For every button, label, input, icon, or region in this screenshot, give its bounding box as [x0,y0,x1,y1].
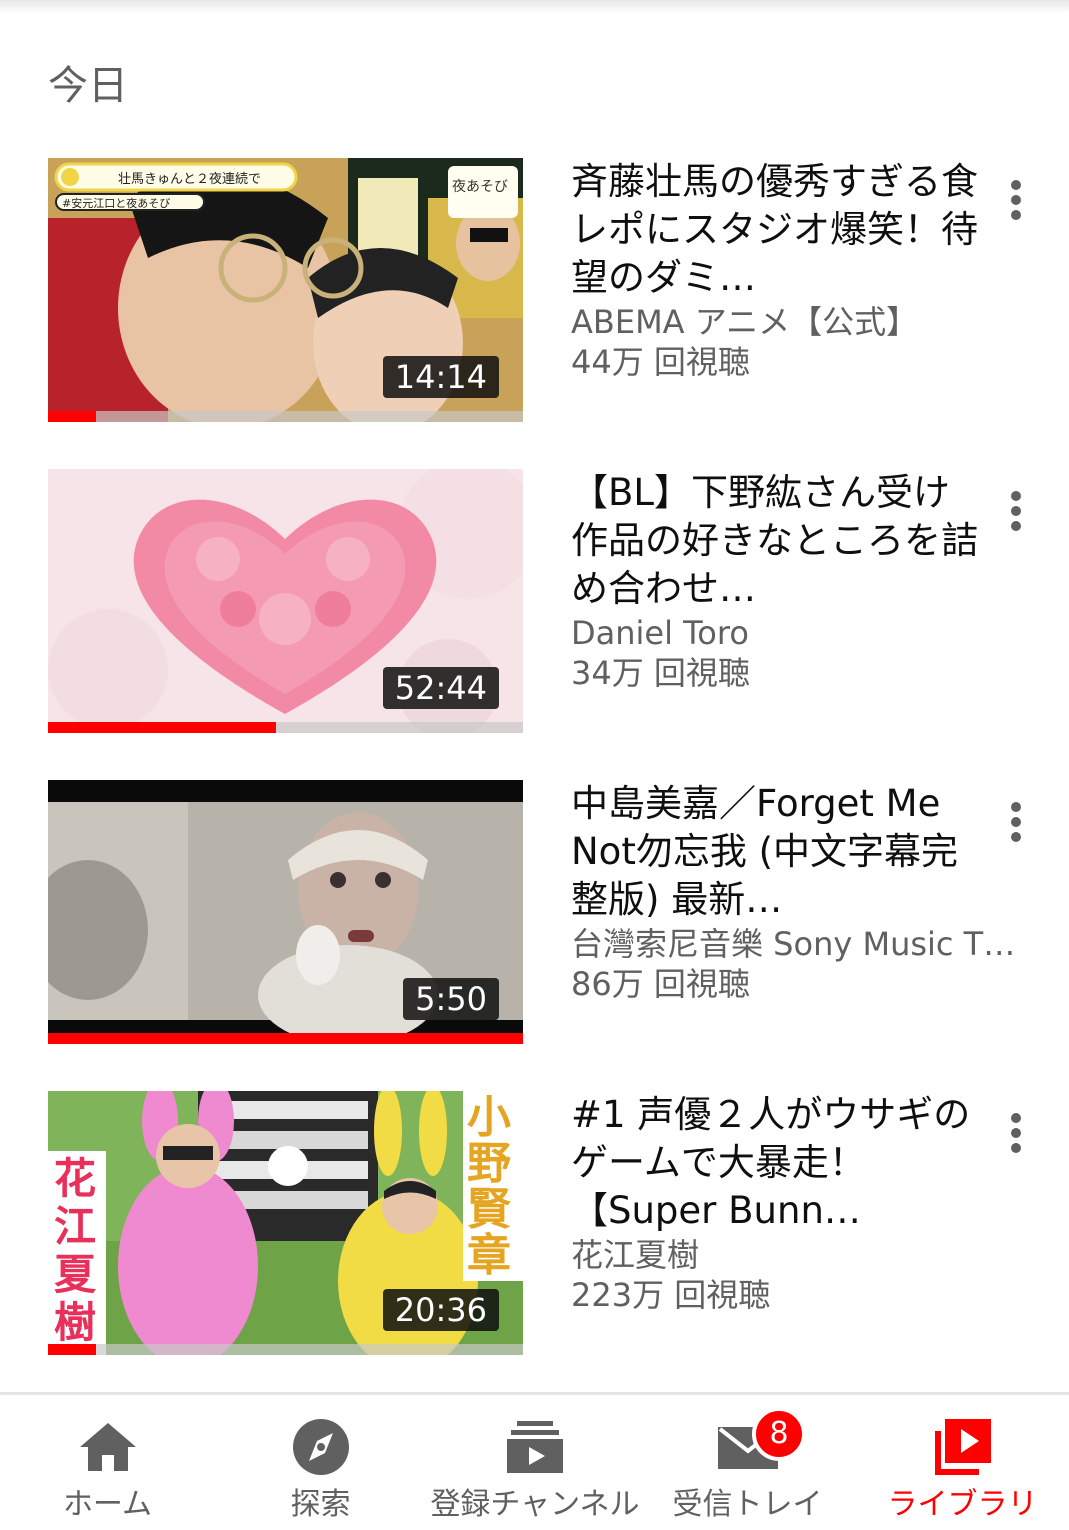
section-header-today: 今日 [48,63,128,109]
video-views: 86万 回視聴 [571,965,750,1003]
thumb-caption: 壮馬きゅんと２夜連続で [118,172,262,187]
video-item[interactable]: 壮馬きゅんと２夜連続で #安元江口と夜あそび 夜あそび 14:14 斉藤壮馬の優… [0,158,1069,422]
video-channel: ABEMA アニメ【公式】 [571,303,919,341]
nav-library[interactable]: ライブラリ [875,1395,1050,1530]
status-shadow [0,0,1069,14]
more-options-icon[interactable] [996,796,1036,848]
bottom-nav: ホーム 探索 登録チャンネル 8 受信トレイ ライブラリ [0,1395,1069,1530]
video-title[interactable]: 【BL】下野紘さん受け作品の好きなところを詰め合わせ… [571,469,981,613]
nav-explore[interactable]: 探索 [233,1395,408,1530]
subscriptions-icon [507,1421,563,1473]
video-channel: 花江夏樹 [571,1236,700,1274]
compass-icon [292,1419,349,1475]
video-info[interactable]: 【BL】下野紘さん受け作品の好きなところを詰め合わせ… Daniel Toro … [571,469,981,693]
video-views: 44万 回視聴 [571,343,750,381]
video-thumbnail[interactable]: 花江夏樹 小野賢章 20:36 [48,1091,523,1355]
thumb-caption: #安元江口と夜あそび [62,197,171,210]
video-item[interactable]: 花江夏樹 小野賢章 20:36 #1 声優２人がウサギのゲームで大暴走！【Sup… [0,1091,1069,1355]
watch-progress-fill [48,411,96,422]
thumb-name-label: 小野賢章 [467,1092,511,1281]
watch-progress-track [48,411,523,422]
video-views: 34万 回視聴 [571,654,750,692]
video-info[interactable]: 斉藤壮馬の優秀すぎる食レポにスタジオ爆笑！待望のダミ… ABEMA アニメ【公式… [571,158,981,382]
video-duration: 20:36 [382,1289,499,1331]
video-info[interactable]: #1 声優２人がウサギのゲームで大暴走！【Super Bunn… 花江夏樹 22… [571,1091,981,1315]
watch-progress-track [48,722,523,733]
video-channel: 台灣索尼音樂 Sony Music T… [571,925,1016,963]
home-icon [79,1423,136,1471]
video-item[interactable]: 5:50 中島美嘉／Forget Me Not勿忘我 (中文字幕完整版) 最新…… [0,780,1069,1044]
nav-label: ライブラリ [887,1487,1038,1522]
thumb-logo: 夜あそび [452,179,508,195]
nav-label: ホーム [62,1487,153,1522]
notification-badge: 8 [752,1407,806,1461]
watch-progress-track [48,1344,523,1355]
video-title[interactable]: #1 声優２人がウサギのゲームで大暴走！【Super Bunn… [571,1091,981,1235]
video-title[interactable]: 斉藤壮馬の優秀すぎる食レポにスタジオ爆笑！待望のダミ… [571,158,981,302]
watch-progress-fill [48,1033,523,1044]
video-views: 223万 回視聴 [571,1276,771,1314]
video-channel: Daniel Toro [571,614,749,652]
nav-label: 受信トレイ [672,1487,823,1522]
video-thumbnail[interactable]: 壮馬きゅんと２夜連続で #安元江口と夜あそび 夜あそび 14:14 [48,158,523,422]
watch-progress-track [48,1033,523,1044]
video-info[interactable]: 中島美嘉／Forget Me Not勿忘我 (中文字幕完整版) 最新… 台灣索尼… [571,780,1015,1004]
video-duration: 14:14 [382,356,499,398]
watch-progress-fill [48,722,276,733]
video-thumbnail[interactable]: 52:44 [48,469,523,733]
library-icon [934,1419,991,1475]
more-options-icon[interactable] [996,1107,1036,1159]
watch-progress-fill [48,1344,96,1355]
video-title[interactable]: 中島美嘉／Forget Me Not勿忘我 (中文字幕完整版) 最新… [571,780,981,924]
nav-label: 登録チャンネル [430,1487,640,1522]
video-thumbnail[interactable]: 5:50 [48,780,523,1044]
video-duration: 5:50 [403,978,499,1020]
more-options-icon[interactable] [996,485,1036,537]
video-duration: 52:44 [382,667,499,709]
nav-subscriptions[interactable]: 登録チャンネル [420,1395,650,1530]
more-options-icon[interactable] [996,174,1036,226]
thumb-name-label: 花江夏樹 [54,1154,97,1347]
nav-inbox[interactable]: 8 受信トレイ [660,1395,835,1530]
nav-label: 探索 [290,1487,351,1522]
nav-home[interactable]: ホーム [20,1395,195,1530]
video-item[interactable]: 52:44 【BL】下野紘さん受け作品の好きなところを詰め合わせ… Daniel… [0,469,1069,733]
